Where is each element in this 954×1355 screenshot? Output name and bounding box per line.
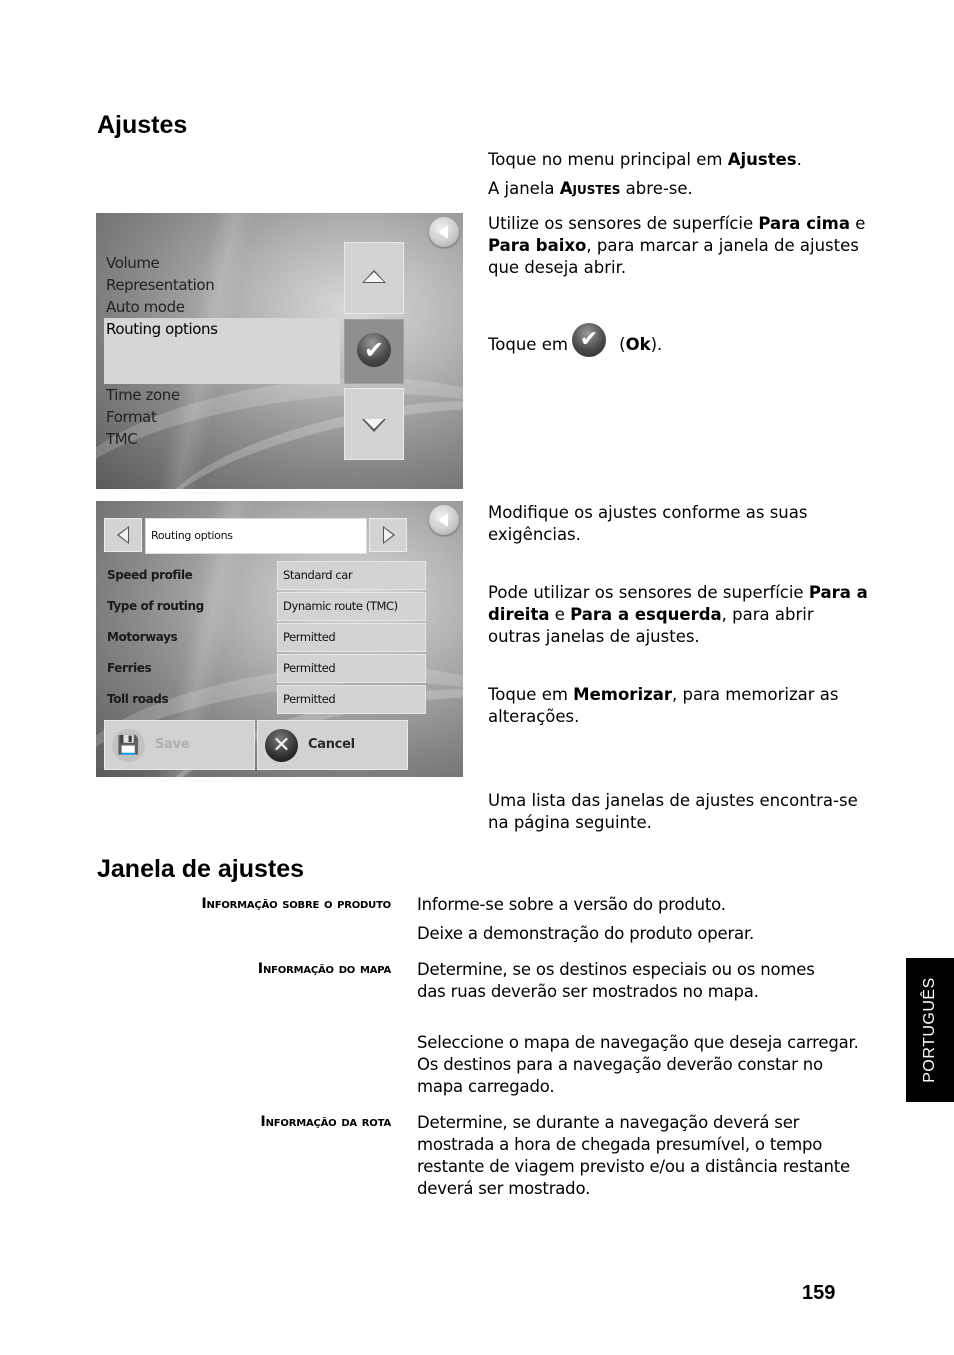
definition-map-info-2: Seleccione o mapa de navegação que desej… bbox=[417, 1033, 859, 1096]
text: ( bbox=[613, 335, 626, 354]
left-arrow-icon bbox=[117, 526, 129, 544]
instruction-open-settings: Toque no menu principal em Ajustes. bbox=[488, 149, 868, 171]
option-value-speed-profile[interactable]: Standard car bbox=[277, 561, 426, 590]
language-label: PORTUGUÊS bbox=[921, 977, 938, 1083]
text: A janela bbox=[488, 179, 560, 198]
instruction-sensors-up-down: Utilize os sensores de superfície Para c… bbox=[488, 213, 868, 279]
ok-check-icon: ✔ bbox=[571, 323, 606, 357]
option-label-ferries: Ferries bbox=[107, 661, 152, 675]
definition-route-info-1: Determine, se durante a navegação deverá… bbox=[417, 1113, 850, 1198]
option-value-type-of-routing[interactable]: Dynamic route (TMC) bbox=[277, 592, 426, 621]
back-button[interactable] bbox=[429, 217, 459, 247]
back-arrow-icon bbox=[438, 513, 448, 527]
next-page-button[interactable] bbox=[369, 518, 407, 552]
text: Toque em bbox=[488, 685, 574, 704]
scroll-up-button[interactable] bbox=[344, 242, 404, 314]
instruction-save: Toque em Memorizar, para memorizar as al… bbox=[488, 684, 868, 728]
instruction-tap-ok: Toque em ✔ (Ok). bbox=[488, 323, 868, 365]
small-caps-term: Ajustes bbox=[559, 179, 621, 198]
section-heading-ajustes: Ajustes bbox=[97, 111, 188, 139]
page-number: 159 bbox=[802, 1282, 836, 1304]
menu-item-routing-options-selected[interactable]: Routing options bbox=[104, 318, 340, 384]
settings-window-title: Routing options bbox=[145, 518, 367, 554]
bold-term: Memorizar bbox=[573, 685, 672, 704]
menu-item-tmc[interactable]: TMC bbox=[106, 430, 138, 448]
settings-menu-screenshot: Volume Representation Auto mode Routing … bbox=[96, 213, 463, 489]
menu-item-auto-mode[interactable]: Auto mode bbox=[106, 298, 185, 316]
text: Pode utilizar os sensores de superfície bbox=[488, 583, 809, 602]
option-label-toll-roads: Toll roads bbox=[107, 692, 169, 706]
text: Toque no menu principal em bbox=[488, 150, 728, 169]
definition-map-info-1: Determine, se os destinos especiais ou o… bbox=[417, 960, 815, 1001]
option-value-motorways[interactable]: Permitted bbox=[277, 623, 426, 652]
save-button[interactable]: 💾 Save bbox=[104, 720, 255, 770]
definition-product-info-1: Informe-se sobre a versão do produto. bbox=[417, 895, 726, 914]
text: e bbox=[549, 605, 571, 624]
menu-item-label: Routing options bbox=[106, 320, 218, 338]
bold-term: Para a esquerda bbox=[570, 605, 722, 624]
option-label-motorways: Motorways bbox=[107, 630, 178, 644]
up-arrow-icon bbox=[362, 270, 386, 283]
term-route-info: Informação da rota bbox=[260, 1114, 391, 1130]
text: Utilize os sensores de superfície bbox=[488, 214, 759, 233]
menu-item-time-zone[interactable]: Time zone bbox=[106, 386, 180, 404]
save-label: Save bbox=[155, 737, 190, 752]
definition-product-info-2: Deixe a demonstração do produto operar. bbox=[417, 924, 755, 943]
instruction-modify: Modifique os ajustes conforme as suas ex… bbox=[488, 503, 808, 544]
back-button[interactable] bbox=[429, 505, 459, 535]
cancel-x-icon: ✕ bbox=[265, 729, 298, 762]
option-label-speed-profile: Speed profile bbox=[107, 568, 193, 582]
scroll-down-button[interactable] bbox=[344, 388, 404, 460]
back-arrow-icon bbox=[438, 225, 448, 239]
text: abre-se. bbox=[620, 179, 693, 198]
down-arrow-icon bbox=[362, 419, 386, 432]
menu-item-volume[interactable]: Volume bbox=[106, 254, 160, 272]
bold-term: Ajustes bbox=[727, 150, 797, 169]
text: ). bbox=[650, 335, 663, 354]
ok-button[interactable]: ✔ bbox=[344, 319, 404, 384]
instruction-list-next-page: Uma lista das janelas de ajustes encontr… bbox=[488, 791, 858, 832]
option-label-type-of-routing: Type of routing bbox=[107, 599, 204, 613]
bold-term: Ok bbox=[625, 335, 651, 354]
language-tab: PORTUGUÊS bbox=[906, 958, 954, 1102]
text: . bbox=[796, 150, 802, 169]
menu-item-representation[interactable]: Representation bbox=[106, 276, 215, 294]
text: Toque em bbox=[488, 335, 568, 354]
ok-check-icon: ✔ bbox=[357, 333, 391, 367]
instruction-window-opens: A janela Ajustes abre-se. bbox=[488, 178, 868, 200]
cancel-label: Cancel bbox=[308, 737, 355, 752]
term-product-info: Informação sobre o produto bbox=[201, 896, 391, 912]
routing-options-screenshot: Routing options Speed profile Standard c… bbox=[96, 501, 463, 777]
instruction-sensors-left-right: Pode utilizar os sensores de superfície … bbox=[488, 582, 868, 648]
text: e bbox=[849, 214, 866, 233]
bold-term: Para cima bbox=[758, 214, 850, 233]
floppy-disk-icon: 💾 bbox=[112, 729, 145, 762]
option-value-toll-roads[interactable]: Permitted bbox=[277, 685, 426, 714]
term-map-info: Informação do mapa bbox=[257, 961, 391, 977]
previous-page-button[interactable] bbox=[104, 518, 142, 552]
option-value-ferries[interactable]: Permitted bbox=[277, 654, 426, 683]
bold-term: Para baixo bbox=[488, 236, 587, 255]
section-heading-janela-de-ajustes: Janela de ajustes bbox=[97, 855, 305, 883]
cancel-button[interactable]: ✕ Cancel bbox=[257, 720, 408, 770]
right-arrow-icon bbox=[383, 526, 395, 544]
menu-item-format[interactable]: Format bbox=[106, 408, 157, 426]
